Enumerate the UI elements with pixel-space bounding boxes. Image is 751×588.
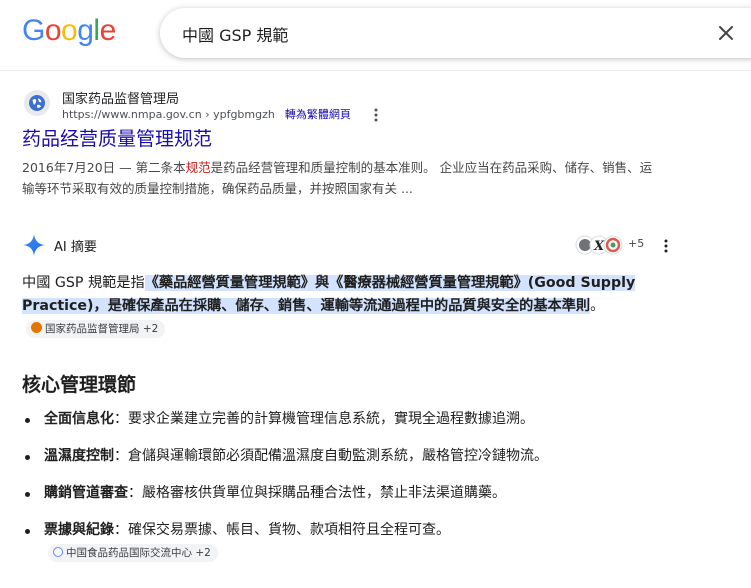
more-vert-icon[interactable] <box>367 106 385 124</box>
intro-end: 。 <box>590 298 605 314</box>
search-box[interactable] <box>160 8 751 60</box>
list-item: 購銷管道審查：嚴格審核供貨單位與採購品種合法性，禁止非法渠道購藥。 <box>22 482 702 505</box>
list-item: 全面信息化：要求企業建立完善的計算機管理信息系統，實現全過程數據追溯。 <box>22 408 702 431</box>
item-sep: ： <box>114 411 128 427</box>
item-sep: ： <box>114 448 128 464</box>
svg-text:X: X <box>593 239 605 254</box>
item-desc: 嚴格審核供貨單位與採購品種合法性，禁止非法渠道購藥。 <box>142 485 506 501</box>
search-input[interactable] <box>180 8 684 60</box>
ai-overview-intro: 中國 GSP 規範是指《藥品經營質量管理規範》與《醫療器械經營質量管理規範》(G… <box>22 272 672 341</box>
source-chip-label: 中国食品药品国际交流中心 +2 <box>66 547 211 559</box>
close-icon[interactable] <box>714 21 738 45</box>
item-term: 購銷管道審查 <box>44 485 128 501</box>
intro-text: 中國 GSP 規範是指 <box>22 275 145 291</box>
globe-icon <box>53 547 63 557</box>
item-desc: 要求企業建立完善的計算機管理信息系統，實現全過程數據追溯。 <box>128 411 534 427</box>
item-term: 溫濕度控制 <box>44 448 114 464</box>
logo-letter: e <box>99 14 117 47</box>
result-title-link[interactable]: 药品经营质量管理规范 <box>22 127 722 151</box>
logo-letter: o <box>44 14 62 47</box>
site-url: https://www.nmpa.gov.cn › ypfgbmgzh 轉為繁體網… <box>62 106 351 122</box>
item-term: 票據與紀錄 <box>44 522 114 538</box>
gemini-sparkle-icon <box>23 234 45 256</box>
item-sep: ： <box>128 485 142 501</box>
list-item: 票據與紀錄：確保交易票據、帳目、貨物、款項相符且全程可查。中国食品药品国际交流中… <box>22 519 504 565</box>
site-globe-icon <box>24 90 50 116</box>
ai-overview-label: AI 摘要 <box>54 240 97 255</box>
source-chip-label: 国家药品监督管理局 +2 <box>45 323 159 335</box>
ai-more-vert-icon[interactable] <box>657 237 675 255</box>
result-source[interactable]: 国家药品监督管理局 https://www.nmpa.gov.cn › ypfg… <box>22 86 722 122</box>
source-favicons-icon[interactable]: X <box>575 234 627 256</box>
ai-overview-header: AI 摘要 X +5 <box>22 233 722 259</box>
snippet-highlight: 规范 <box>185 160 211 175</box>
site-name: 国家药品监督管理局 <box>62 92 180 107</box>
item-desc: 倉儲與運輸環節必須配備溫濕度自動監測系統，嚴格管控冷鏈物流。 <box>128 448 548 464</box>
item-desc: 確保交易票據、帳目、貨物、款項相符且全程可查。 <box>128 522 450 538</box>
header-divider <box>0 70 751 71</box>
logo-letter: g <box>77 14 94 47</box>
logo-letter: G <box>22 14 45 47</box>
key-points-list: 全面信息化：要求企業建立完善的計算機管理信息系統，實現全過程數據追溯。 溫濕度控… <box>22 408 702 565</box>
snippet-date: 2016年7月20日 <box>22 160 116 175</box>
source-chip[interactable]: 中国食品药品国际交流中心 +2 <box>48 544 218 562</box>
result-snippet: 2016年7月20日 — 第二条本规范是药品经营管理和质量控制的基本准则。 企业… <box>22 157 662 199</box>
item-term: 全面信息化 <box>44 411 114 427</box>
source-chip[interactable]: 国家药品监督管理局 +2 <box>26 320 166 338</box>
item-sep: ： <box>114 522 128 538</box>
snippet-text-pre: — 第二条本 <box>115 160 186 175</box>
nmpa-seal-icon <box>31 322 42 333</box>
search-result: 国家药品监督管理局 https://www.nmpa.gov.cn › ypfg… <box>22 86 722 199</box>
list-item: 溫濕度控制：倉儲與運輸環節必須配備溫濕度自動監測系統，嚴格管控冷鏈物流。 <box>22 445 702 468</box>
google-logo[interactable]: Google <box>22 14 116 48</box>
section-title: 核心管理環節 <box>22 374 137 396</box>
header: Google <box>0 0 751 70</box>
logo-letter: o <box>61 14 78 47</box>
url-text: https://www.nmpa.gov.cn › ypfgbmgzh <box>62 108 275 121</box>
source-count[interactable]: +5 <box>628 237 644 250</box>
translate-link[interactable]: 轉為繁體網頁 <box>285 108 351 121</box>
